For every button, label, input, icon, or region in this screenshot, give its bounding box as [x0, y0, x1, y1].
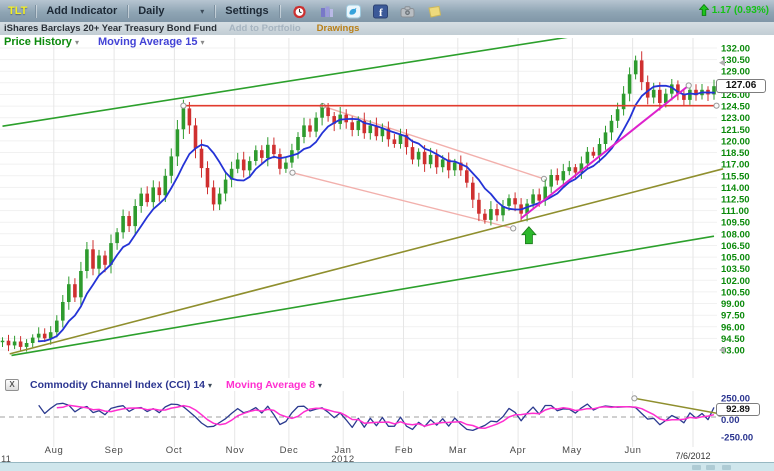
last-date-label: 7/6/2012: [675, 451, 710, 461]
svg-text:f: f: [379, 7, 383, 19]
facebook-icon[interactable]: f: [373, 4, 388, 19]
cci-chart-canvas[interactable]: 250.000.00-250.00: [0, 391, 774, 447]
status-icon: [692, 465, 701, 470]
svg-text:94.50: 94.50: [721, 334, 745, 345]
chart-cube-icon[interactable]: [319, 4, 334, 19]
subheader-bar: iShares Barclays 20+ Year Treasury Bond …: [0, 22, 774, 35]
svg-text:-250.00: -250.00: [721, 433, 753, 444]
svg-text:103.50: 103.50: [721, 264, 750, 275]
add-indicator-button[interactable]: Add Indicator: [36, 5, 127, 17]
svg-text:97.50: 97.50: [721, 311, 745, 322]
status-icon: [722, 465, 731, 470]
drawings-link[interactable]: Drawings: [317, 23, 360, 34]
chevron-down-icon: ▾: [208, 381, 212, 390]
chevron-down-icon: ▾: [75, 38, 79, 47]
svg-text:132.00: 132.00: [721, 44, 750, 55]
svg-text:111.00: 111.00: [721, 206, 749, 217]
toolbar: TLT Add Indicator Daily ▾ Settings f: [0, 0, 774, 22]
sticky-note-icon[interactable]: [427, 4, 442, 19]
bottom-strip: [0, 462, 774, 471]
svg-text:106.50: 106.50: [721, 241, 750, 252]
last-price-box: 127.06: [716, 79, 766, 93]
timeframe-dropdown[interactable]: Daily ▾: [128, 5, 214, 17]
svg-text:102.00: 102.00: [721, 276, 750, 287]
settings-button[interactable]: Settings: [215, 5, 278, 17]
ma15-dropdown[interactable]: Moving Average 15 ▾: [98, 36, 205, 48]
svg-text:108.00: 108.00: [721, 229, 750, 240]
svg-text:105.00: 105.00: [721, 253, 750, 264]
timeframe-label: Daily: [138, 5, 164, 17]
svg-text:121.50: 121.50: [721, 125, 750, 136]
svg-text:129.00: 129.00: [721, 67, 750, 78]
fund-name: iShares Barclays 20+ Year Treasury Bond …: [4, 23, 217, 34]
cci-ma-label: Moving Average 8: [226, 379, 315, 391]
price-history-dropdown[interactable]: Price History ▾: [4, 36, 82, 48]
toolbar-icons: f: [292, 4, 442, 19]
up-arrow-icon: [699, 4, 709, 16]
svg-text:115.50: 115.50: [721, 171, 750, 182]
svg-text:118.50: 118.50: [721, 148, 750, 159]
add-to-portfolio-link[interactable]: Add to Portfolio: [229, 23, 301, 34]
svg-text:99.00: 99.00: [721, 299, 745, 310]
toolbar-separator: [279, 5, 280, 18]
svg-text:0.00: 0.00: [721, 415, 740, 426]
cci-ma-dropdown[interactable]: Moving Average 8 ▾: [226, 379, 322, 391]
close-indicator-button[interactable]: X: [5, 379, 19, 391]
svg-text:96.00: 96.00: [721, 322, 745, 333]
svg-text:123.00: 123.00: [721, 113, 750, 124]
svg-text:120.00: 120.00: [721, 136, 750, 147]
cci-label: Commodity Channel Index (CCI) 14: [30, 379, 205, 391]
price-chart-canvas[interactable]: 132.00130.50129.00127.50126.00124.50123.…: [0, 38, 774, 378]
svg-text:112.50: 112.50: [721, 195, 750, 206]
chevron-down-icon: ▾: [201, 38, 205, 47]
chevron-down-icon: ▾: [200, 7, 204, 16]
svg-text:100.50: 100.50: [721, 287, 750, 298]
ma15-label: Moving Average 15: [98, 36, 197, 48]
change-text: 1.17 (0.93%): [712, 5, 769, 16]
cci-value-box: 92.89: [716, 403, 760, 416]
chevron-down-icon: ▾: [318, 381, 322, 390]
charting-app-window: TLT Add Indicator Daily ▾ Settings f: [0, 0, 774, 471]
cci-pane-header: X Commodity Channel Index (CCI) 14 ▾ Mov…: [0, 378, 774, 391]
status-icon: [706, 465, 715, 470]
daily-change: 1.17 (0.93%): [699, 4, 769, 16]
svg-text:109.50: 109.50: [721, 218, 750, 229]
cci-dropdown[interactable]: Commodity Channel Index (CCI) 14 ▾: [30, 379, 212, 391]
alarm-clock-icon[interactable]: [292, 4, 307, 19]
svg-text:124.50: 124.50: [721, 102, 750, 113]
svg-text:117.00: 117.00: [721, 160, 750, 171]
twitter-icon[interactable]: [346, 4, 361, 19]
svg-text:130.50: 130.50: [721, 55, 750, 66]
price-history-label: Price History: [4, 36, 72, 48]
symbol-label: TLT: [8, 5, 27, 17]
svg-text:114.00: 114.00: [721, 183, 750, 194]
price-pane-header: Price History ▾ Moving Average 15 ▾: [4, 36, 205, 48]
camera-icon[interactable]: [400, 4, 415, 19]
